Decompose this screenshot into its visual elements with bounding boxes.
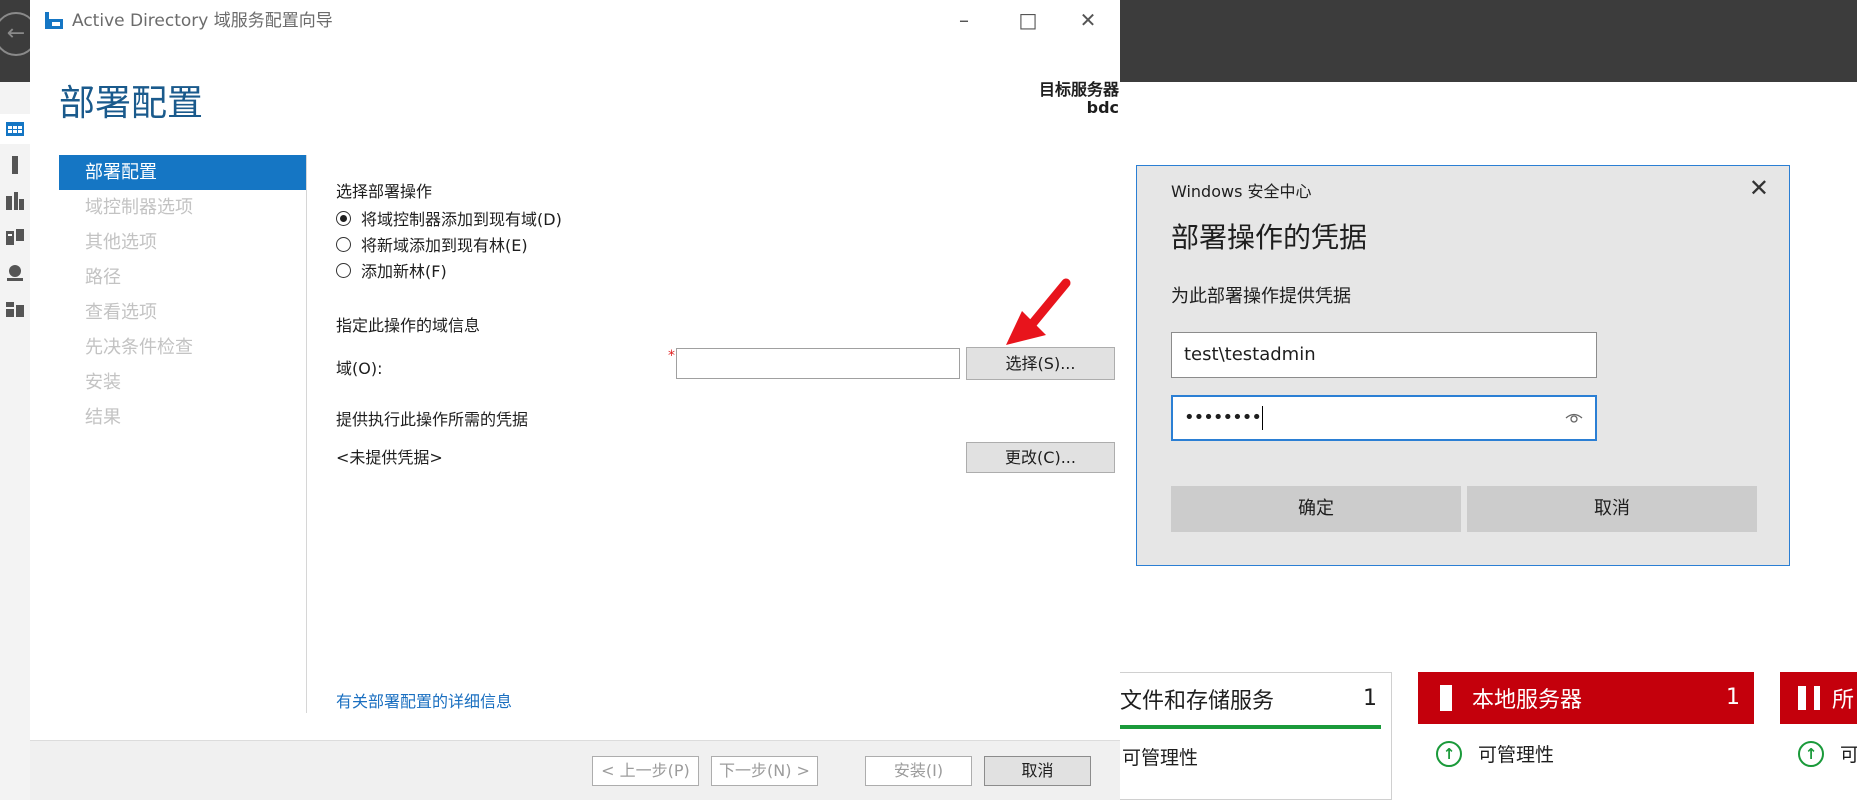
tile-header: 文件和存储服务: [1120, 673, 1391, 725]
step-installation: 安装: [85, 372, 121, 393]
status-up-icon: ↑: [1798, 740, 1824, 767]
dashboard-nav-icon[interactable]: [0, 114, 30, 144]
credentials-status: <未提供凭据>: [336, 448, 443, 467]
annotation-arrow-icon: [1006, 278, 1071, 345]
username-value: test\testadmin: [1184, 344, 1316, 365]
wizard-titlebar[interactable]: Active Directory 域服务配置向导 – □ ✕: [30, 0, 1120, 42]
ad-ds-config-wizard: Active Directory 域服务配置向导 – □ ✕ 部署配置 目标服务…: [30, 0, 1120, 800]
maximize-icon[interactable]: □: [996, 0, 1060, 40]
dialog-title: 部署操作的凭据: [1171, 221, 1368, 254]
section-deployment-operation: 选择部署操作: [336, 182, 433, 201]
tile-row-manageability[interactable]: ↑ 可: [1798, 740, 1857, 767]
tile-title: 本地服务器: [1472, 688, 1583, 713]
radio-unselected-icon: [336, 236, 351, 252]
step-additional-options: 其他选项: [85, 232, 157, 253]
close-icon[interactable]: ✕: [1749, 174, 1769, 202]
tile-file-storage[interactable]: 文件和存储服务 1 可管理性: [1120, 672, 1392, 800]
radio-add-new-forest[interactable]: 添加新林(F): [336, 258, 447, 282]
wizard-steps-nav: 部署配置 域控制器选项 其他选项 路径 查看选项 先决条件检查 安装 结果: [59, 155, 306, 435]
previous-button[interactable]: < 上一步(P): [592, 756, 699, 786]
windows-security-dialog: Windows 安全中心 ✕ 部署操作的凭据 为此部署操作提供凭据 test\t…: [1136, 165, 1790, 566]
local-server-nav-icon[interactable]: [0, 150, 30, 180]
radio-add-dc-existing-domain[interactable]: 将域控制器添加到现有域(D): [336, 206, 562, 230]
required-marker: *: [668, 348, 675, 364]
step-review-options: 查看选项: [85, 302, 157, 323]
tile-title: 文件和存储服务: [1120, 689, 1275, 714]
tile-row-manageability[interactable]: ↑ 可管理性: [1436, 740, 1554, 767]
cancel-button[interactable]: 取消: [984, 756, 1091, 786]
text-cursor: [1261, 406, 1263, 430]
more-info-link[interactable]: 有关部署配置的详细信息: [336, 688, 512, 712]
tile-title: 所: [1832, 688, 1855, 713]
section-domain-info: 指定此操作的域信息: [336, 316, 481, 335]
step-dc-options: 域控制器选项: [85, 197, 193, 218]
cancel-button[interactable]: 取消: [1467, 486, 1757, 532]
tile-local-server[interactable]: 本地服务器 1 ↑ 可管理性: [1418, 672, 1754, 800]
step-paths: 路径: [85, 267, 121, 288]
step-results: 结果: [85, 407, 121, 428]
radio-label: 将新域添加到现有林(E): [361, 236, 528, 255]
dialog-app-name: Windows 安全中心: [1171, 182, 1312, 201]
wizard-content: 选择部署操作 将域控制器添加到现有域(D) 将新域添加到现有林(E) 添加新林(…: [336, 42, 1116, 740]
radio-add-domain-existing-forest[interactable]: 将新域添加到现有林(E): [336, 232, 528, 256]
tile-row-manageability[interactable]: 可管理性: [1122, 743, 1198, 770]
page-title: 部署配置: [59, 83, 204, 124]
tile-row-label: 可管理性: [1122, 747, 1199, 769]
server-manager-sidebar: [0, 82, 30, 800]
tile-row-label: 可: [1840, 744, 1857, 766]
tile-count: 1: [1726, 685, 1740, 710]
close-icon[interactable]: ✕: [1056, 0, 1120, 40]
section-credentials: 提供执行此操作所需的凭据: [336, 410, 529, 429]
servers-icon: [1798, 686, 1820, 710]
install-button[interactable]: 安装(I): [865, 756, 972, 786]
reveal-password-icon[interactable]: [1565, 409, 1583, 427]
status-up-icon: ↑: [1436, 740, 1462, 767]
tile-row-label: 可管理性: [1478, 744, 1555, 766]
ad-ds-nav-icon[interactable]: [0, 222, 30, 252]
radio-selected-icon: [336, 210, 351, 226]
username-field[interactable]: test\testadmin: [1171, 332, 1597, 378]
tile-status-bar: [1120, 725, 1381, 729]
minimize-icon[interactable]: –: [932, 0, 996, 40]
radio-unselected-icon: [336, 262, 351, 278]
next-button[interactable]: 下一步(N) >: [711, 756, 818, 786]
dns-nav-icon[interactable]: [0, 258, 30, 288]
password-field[interactable]: ••••••••: [1171, 395, 1597, 441]
tile-header: 所: [1780, 672, 1857, 724]
server-icon: [1440, 685, 1452, 711]
domain-input[interactable]: [676, 348, 960, 379]
tile-count: 1: [1363, 686, 1377, 711]
wizard-title: Active Directory 域服务配置向导: [72, 11, 333, 31]
file-storage-nav-icon[interactable]: [0, 294, 30, 324]
step-prerequisites-check: 先决条件检查: [85, 337, 193, 358]
all-servers-nav-icon[interactable]: [0, 186, 30, 216]
ok-button[interactable]: 确定: [1171, 486, 1461, 532]
radio-label: 将域控制器添加到现有域(D): [361, 210, 562, 229]
wizard-body: 部署配置 目标服务器 bdc 部署配置 域控制器选项 其他选项 路径 查看选项 …: [30, 42, 1120, 740]
dialog-subtitle: 为此部署操作提供凭据: [1171, 286, 1351, 307]
nav-divider: [306, 155, 307, 713]
tile-all-servers[interactable]: 所 ↑ 可: [1780, 672, 1857, 800]
server-manager-app-icon: [45, 12, 63, 29]
change-credentials-button[interactable]: 更改(C)...: [966, 442, 1115, 473]
wizard-footer: < 上一步(P) 下一步(N) > 安装(I) 取消: [30, 740, 1120, 800]
step-deployment-configuration[interactable]: 部署配置: [59, 155, 306, 190]
radio-label: 添加新林(F): [361, 262, 447, 281]
password-value: ••••••••: [1184, 407, 1262, 428]
domain-label: 域(O):: [336, 359, 383, 378]
tile-header: 本地服务器: [1418, 672, 1754, 724]
